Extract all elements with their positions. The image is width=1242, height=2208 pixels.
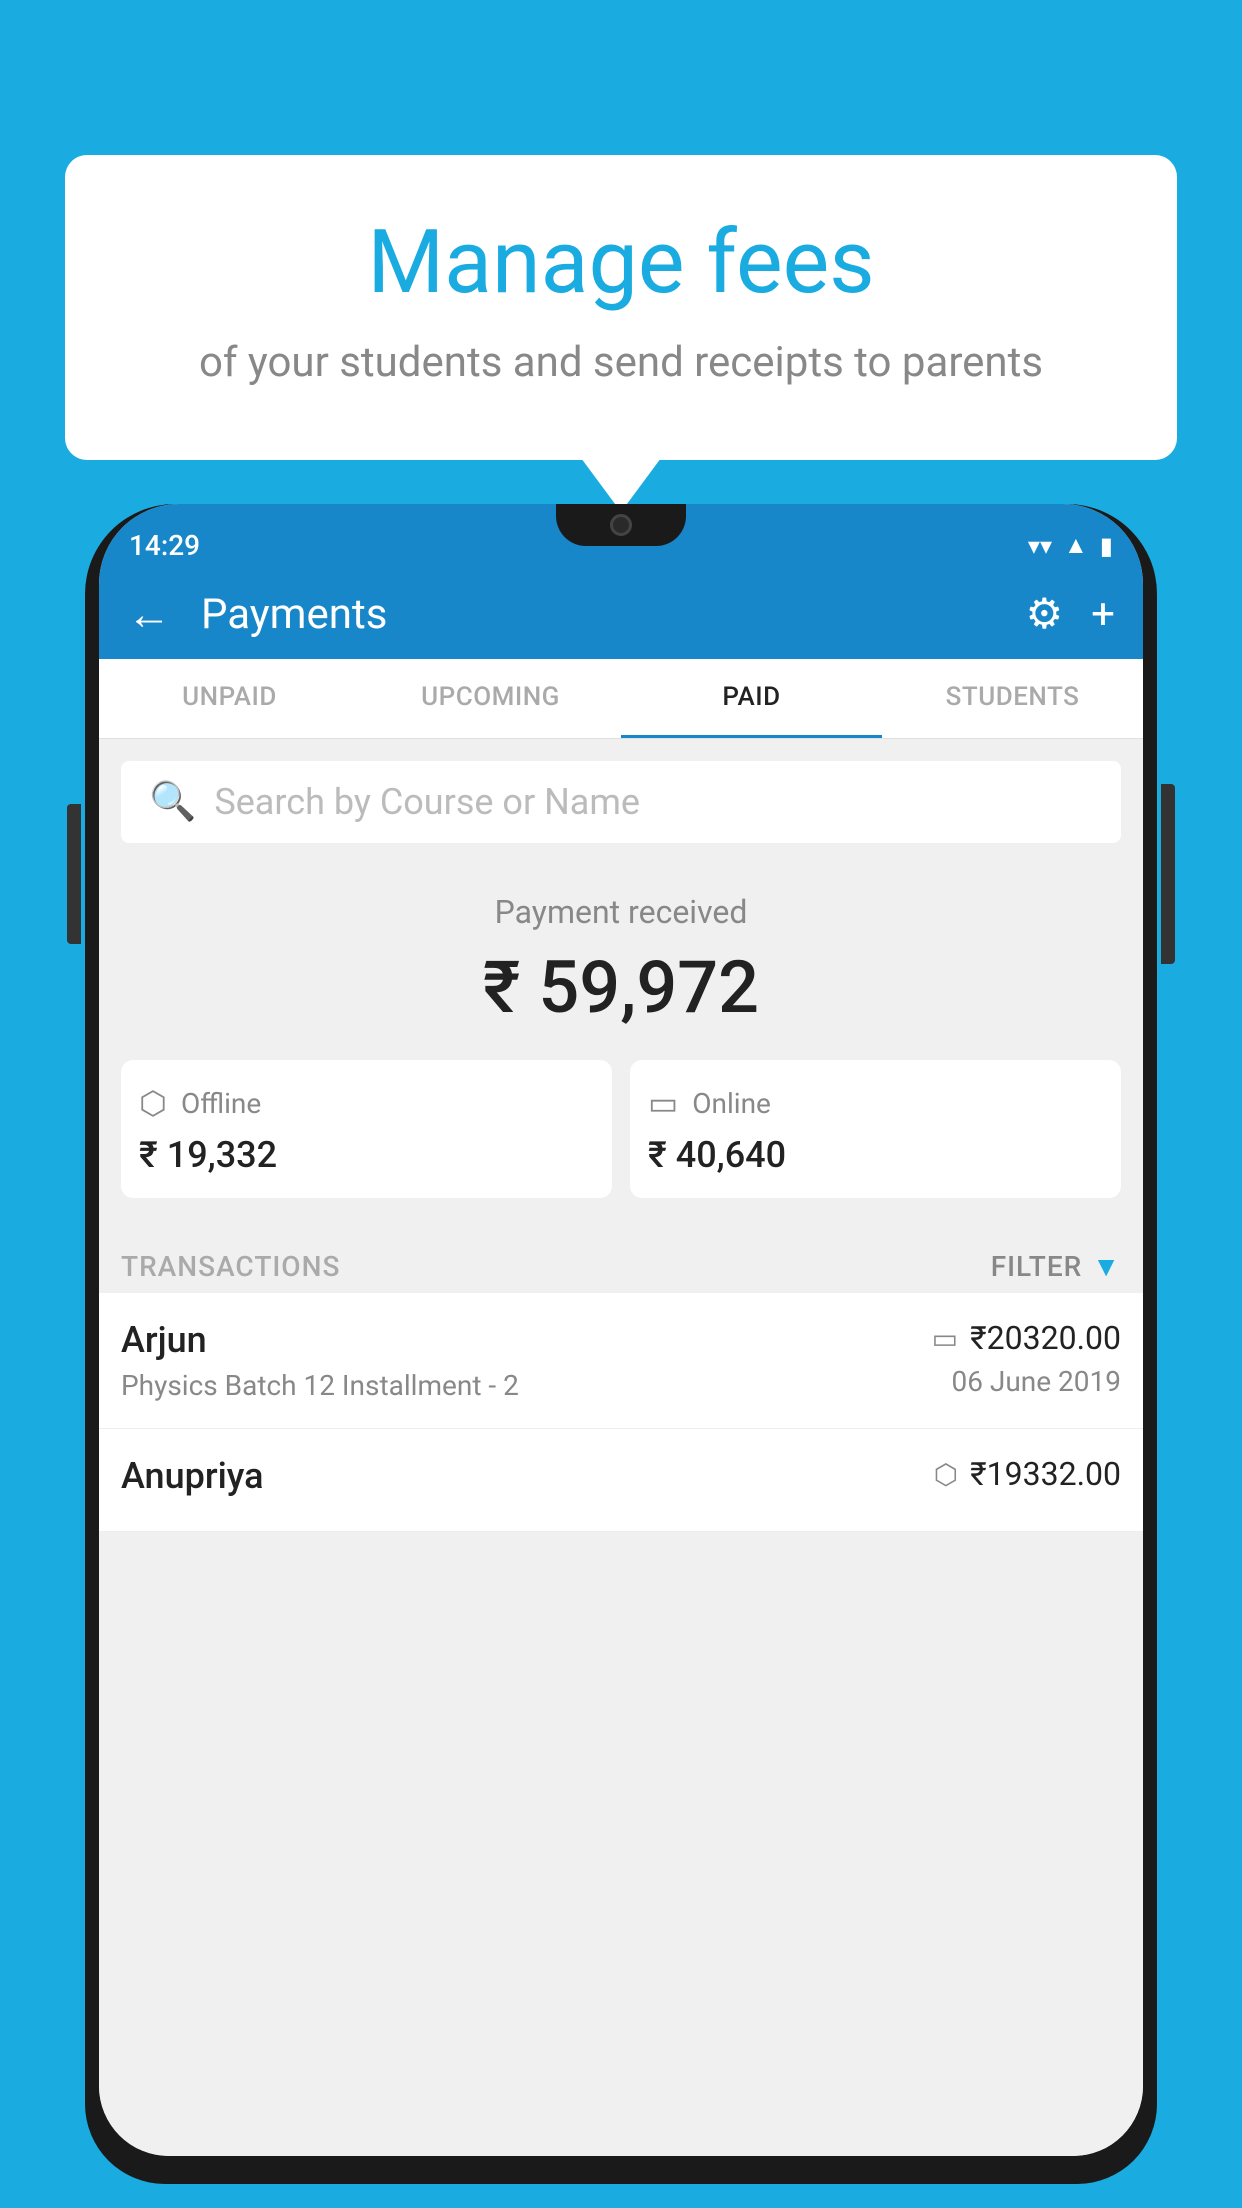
transaction-amount-row: ⬡ ₹19332.00 [934,1455,1121,1493]
payment-total-amount: ₹ 59,972 [121,945,1121,1030]
transaction-name: Arjun [121,1319,519,1361]
transactions-list: Arjun Physics Batch 12 Installment - 2 ▭… [99,1293,1143,1532]
header-title: Payments [201,590,1006,639]
online-card-header: ▭ Online [648,1084,1103,1122]
filter-button[interactable]: FILTER ▼ [991,1250,1121,1283]
transactions-header: TRANSACTIONS FILTER ▼ [99,1228,1143,1293]
online-icon: ▭ [648,1084,678,1122]
search-bar[interactable]: 🔍 Search by Course or Name [121,761,1121,843]
offline-label: Offline [181,1087,261,1120]
search-icon: 🔍 [149,780,196,824]
tab-paid[interactable]: PAID [621,659,882,738]
filter-label: FILTER [991,1250,1083,1283]
tab-students[interactable]: STUDENTS [882,659,1143,738]
transactions-label: TRANSACTIONS [121,1250,340,1283]
header-actions: ⚙ + [1026,589,1116,639]
table-row[interactable]: Anupriya ⬡ ₹19332.00 [99,1429,1143,1532]
search-section: 🔍 Search by Course or Name [99,739,1143,843]
transaction-left: Arjun Physics Batch 12 Installment - 2 [121,1319,519,1402]
app-header: ← Payments ⚙ + [99,569,1143,659]
transaction-date: 06 June 2019 [932,1365,1121,1398]
signal-icon: ▲ [1064,531,1088,560]
phone-outer: 14:29 ▾▾ ▲ ▮ ← Payments ⚙ + [85,504,1157,2184]
content-area: 🔍 Search by Course or Name Payment recei… [99,739,1143,2156]
table-row[interactable]: Arjun Physics Batch 12 Installment - 2 ▭… [99,1293,1143,1429]
tabs-bar: UNPAID UPCOMING PAID STUDENTS [99,659,1143,739]
bubble-subtitle: of your students and send receipts to pa… [135,336,1107,391]
bubble-title: Manage fees [135,215,1107,312]
transaction-amount: ₹20320.00 [970,1319,1121,1357]
wifi-icon: ▾▾ [1028,532,1052,560]
online-payment-card: ▭ Online ₹ 40,640 [630,1060,1121,1198]
card-payment-icon: ▭ [932,1322,958,1355]
payment-cards: ⬡ Offline ₹ 19,332 ▭ Online [121,1060,1121,1198]
front-camera [610,514,632,536]
tab-upcoming[interactable]: UPCOMING [360,659,621,738]
offline-icon: ⬡ [139,1084,167,1122]
payment-summary: Payment received ₹ 59,972 ⬡ Offline ₹ 19… [99,843,1143,1228]
filter-icon: ▼ [1092,1250,1121,1283]
transaction-name: Anupriya [121,1455,264,1497]
payment-received-label: Payment received [121,893,1121,931]
phone-screen: 14:29 ▾▾ ▲ ▮ ← Payments ⚙ + [99,504,1143,2156]
online-label: Online [692,1087,771,1120]
speech-bubble: Manage fees of your students and send re… [65,155,1177,460]
transaction-amount: ₹19332.00 [970,1455,1121,1493]
add-icon[interactable]: + [1091,590,1115,639]
search-placeholder: Search by Course or Name [214,781,640,823]
online-amount: ₹ 40,640 [648,1134,1103,1176]
status-time: 14:29 [129,529,200,562]
transaction-amount-row: ▭ ₹20320.00 [932,1319,1121,1357]
cash-payment-icon: ⬡ [934,1458,958,1491]
offline-payment-card: ⬡ Offline ₹ 19,332 [121,1060,612,1198]
phone-notch [556,504,686,546]
transaction-detail: Physics Batch 12 Installment - 2 [121,1369,519,1402]
back-button[interactable]: ← [127,588,171,640]
transaction-right: ⬡ ₹19332.00 [934,1455,1121,1501]
offline-card-header: ⬡ Offline [139,1084,594,1122]
offline-amount: ₹ 19,332 [139,1134,594,1176]
tab-unpaid[interactable]: UNPAID [99,659,360,738]
phone-mockup: 14:29 ▾▾ ▲ ▮ ← Payments ⚙ + [85,490,1157,2208]
transaction-right: ▭ ₹20320.00 06 June 2019 [932,1319,1121,1398]
speech-bubble-container: Manage fees of your students and send re… [65,155,1177,460]
battery-icon: ▮ [1100,532,1113,560]
transaction-left: Anupriya [121,1455,264,1505]
status-icons: ▾▾ ▲ ▮ [1028,531,1113,560]
settings-icon[interactable]: ⚙ [1026,589,1064,639]
